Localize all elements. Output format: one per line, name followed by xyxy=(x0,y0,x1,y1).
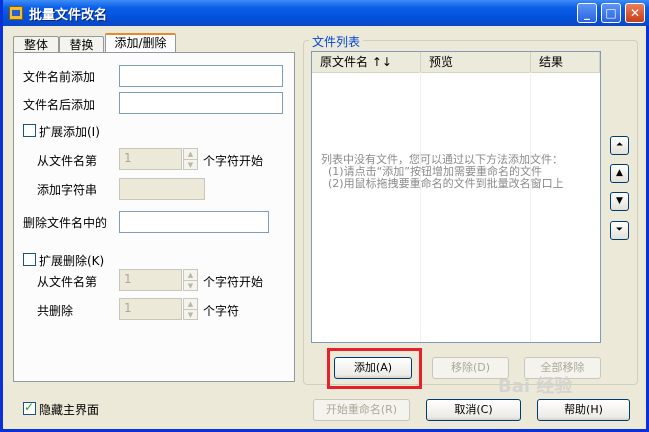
delete-in-name-input[interactable] xyxy=(119,211,269,233)
column-preview[interactable]: 预览 xyxy=(421,52,531,72)
maximize-button[interactable]: □ xyxy=(601,3,621,23)
file-list[interactable]: 原文件名 ↑↓ 预览 结果 xyxy=(311,51,601,343)
suffix-label: 文件名后添加 xyxy=(23,98,96,112)
del-char-start-label: 个字符开始 xyxy=(203,275,264,289)
hide-main-checkbox[interactable] xyxy=(23,400,36,415)
move-up-button[interactable]: ▲ xyxy=(610,164,629,183)
hide-main-label: 隐藏主界面 xyxy=(39,403,100,417)
extend-delete-label: 扩展删除(K) xyxy=(39,254,105,268)
tab-replace[interactable]: 替换 xyxy=(59,36,104,53)
window-title: 批量文件改名 xyxy=(29,8,108,23)
minimize-button[interactable]: _ xyxy=(577,3,597,23)
prefix-input[interactable] xyxy=(119,65,283,87)
empty-hint-line: (2)用鼠标拖拽要重命名的文件到批量改名窗口上 xyxy=(328,177,564,190)
file-list-title: 文件列表 xyxy=(309,33,364,50)
close-button[interactable]: ✕ xyxy=(625,3,645,23)
from-char-label: 从文件名第 xyxy=(37,154,98,168)
help-button[interactable]: 帮助(H) xyxy=(537,399,630,421)
del-from-char-spinner[interactable]: ▲ ▼ xyxy=(183,269,198,291)
from-char-spinner[interactable]: ▲ ▼ xyxy=(183,148,198,170)
del-total-spinner[interactable]: ▲ ▼ xyxy=(183,298,198,320)
column-original-name[interactable]: 原文件名 ↑↓ xyxy=(312,52,421,72)
extend-add-label: 扩展添加(I) xyxy=(39,125,100,139)
add-string-label: 添加字符串 xyxy=(37,183,98,197)
tab-overall[interactable]: 整体 xyxy=(13,36,59,53)
prefix-label: 文件名前添加 xyxy=(23,70,96,84)
cancel-button[interactable]: 取消(C) xyxy=(426,399,521,421)
list-header: 原文件名 ↑↓ 预览 结果 xyxy=(312,52,600,73)
column-divider xyxy=(420,72,421,342)
add-string-input[interactable] xyxy=(119,178,205,200)
title-bar: 批量文件改名 _ □ ✕ xyxy=(3,0,649,26)
del-char-unit-label: 个字符 xyxy=(203,304,240,318)
del-total-label: 共删除 xyxy=(37,304,74,318)
from-char-input[interactable]: 1 xyxy=(119,148,182,170)
delete-in-name-label: 删除文件名中的 xyxy=(23,216,108,230)
extend-add-checkbox[interactable] xyxy=(23,124,36,137)
watermark: Bai 经验 xyxy=(498,376,573,397)
del-total-input[interactable]: 1 xyxy=(119,298,182,320)
start-rename-button[interactable]: 开始重命名(R) xyxy=(313,399,410,421)
extend-delete-checkbox[interactable] xyxy=(23,253,36,266)
move-down-button[interactable]: ▼ xyxy=(610,192,629,211)
move-top-button[interactable]: ⏶ xyxy=(610,136,629,155)
highlight-box xyxy=(327,348,422,389)
column-divider xyxy=(530,72,531,342)
del-from-char-label: 从文件名第 xyxy=(37,275,98,289)
del-from-char-input[interactable]: 1 xyxy=(119,269,182,291)
tab-add-delete[interactable]: 添加/删除 xyxy=(105,33,176,53)
move-bottom-button[interactable]: ⏷ xyxy=(610,221,629,240)
column-result[interactable]: 结果 xyxy=(531,52,600,72)
suffix-input[interactable] xyxy=(119,92,283,114)
char-start-label: 个字符开始 xyxy=(203,154,264,168)
app-icon xyxy=(9,6,23,20)
